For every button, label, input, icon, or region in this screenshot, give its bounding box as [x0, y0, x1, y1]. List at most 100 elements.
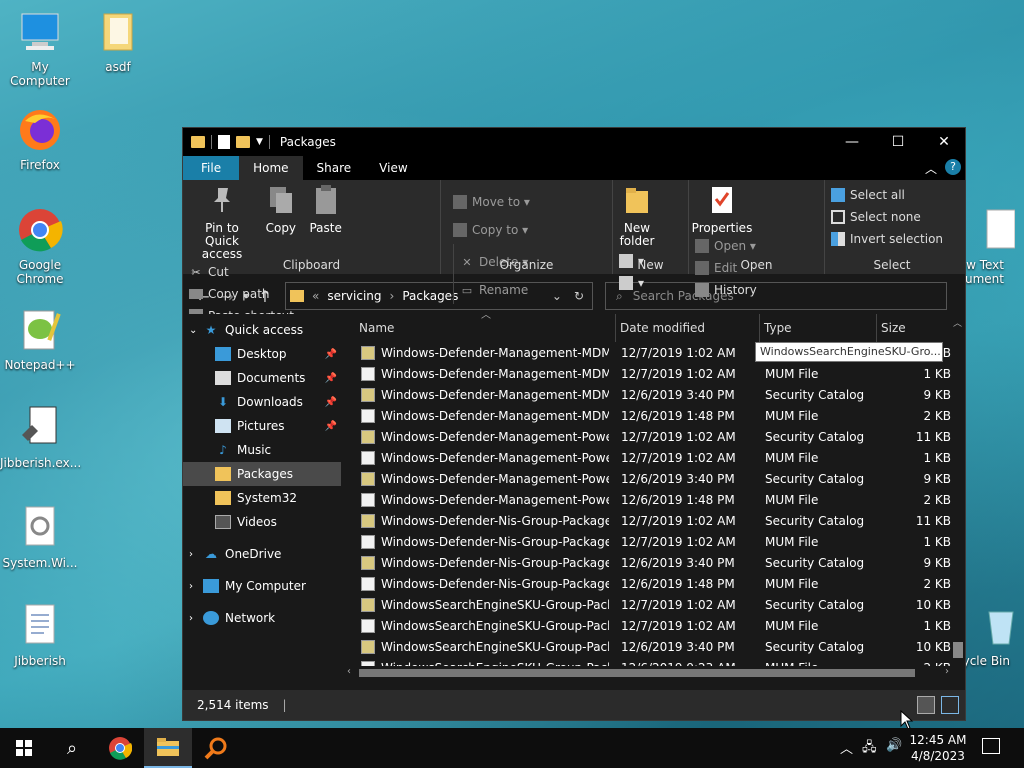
file-row[interactable]: Windows-Defender-Management-Power... 12/6…: [343, 489, 965, 510]
nav-item-documents[interactable]: Documents 📌: [183, 366, 341, 390]
desktop-icon-asdf[interactable]: asdf: [78, 8, 158, 74]
nav-item-desktop[interactable]: Desktop 📌: [183, 342, 341, 366]
file-row[interactable]: Windows-Defender-Nis-Group-Package... 12/…: [343, 531, 965, 552]
copy-path-button[interactable]: Copy path: [189, 283, 294, 305]
breadcrumb-packages[interactable]: Packages: [402, 289, 458, 303]
nav-item-packages[interactable]: Packages: [183, 462, 341, 486]
scroll-left-icon[interactable]: ‹: [347, 666, 351, 677]
file-row[interactable]: WindowsSearchEngineSKU-Group-Packa... 12/…: [343, 615, 965, 636]
chevron-right-icon[interactable]: ›: [189, 581, 203, 592]
select-all-button[interactable]: Select all: [831, 184, 953, 206]
title-bar[interactable]: ▼ Packages — ☐ ✕: [183, 128, 965, 156]
nav-item-downloads[interactable]: ⬇ Downloads 📌: [183, 390, 341, 414]
nav-item-videos[interactable]: Videos: [183, 510, 341, 534]
copy-to-button[interactable]: Copy to ▾: [453, 216, 535, 244]
chevron-down-icon[interactable]: ⌄: [552, 289, 562, 303]
properties-quick-icon[interactable]: [218, 135, 230, 149]
nav-item-system32[interactable]: System32: [183, 486, 341, 510]
organize-col-1: Move to ▾ Copy to ▾: [453, 184, 535, 244]
nav-network[interactable]: › Network: [183, 606, 341, 630]
taskbar-file-explorer[interactable]: [144, 728, 192, 768]
file-row[interactable]: WindowsSearchEngineSKU-Group-Packa... 12/…: [343, 594, 965, 615]
open-button[interactable]: Open ▾: [695, 235, 757, 257]
file-row[interactable]: Windows-Defender-Nis-Group-Package... 12/…: [343, 573, 965, 594]
help-icon[interactable]: ?: [945, 159, 961, 175]
file-row[interactable]: Windows-Defender-Nis-Group-Package... 12/…: [343, 552, 965, 573]
nav-my-computer[interactable]: › My Computer: [183, 574, 341, 598]
taskbar-search-app[interactable]: [192, 728, 240, 768]
desktop-icon-notepadpp[interactable]: Notepad++: [0, 306, 80, 372]
notifications-icon[interactable]: [982, 738, 1000, 754]
rename-button[interactable]: ▭ Rename: [460, 276, 528, 304]
copy-button[interactable]: Copy: [263, 184, 299, 235]
start-button[interactable]: [0, 728, 48, 768]
file-row[interactable]: Windows-Defender-Management-MDM... 12/6/2…: [343, 384, 965, 405]
column-header-date[interactable]: Date modified: [616, 314, 760, 342]
show-hidden-icons[interactable]: ︿: [840, 738, 853, 757]
move-to-button[interactable]: Move to ▾: [453, 188, 535, 216]
file-row[interactable]: Windows-Defender-Management-MDM... 12/6/2…: [343, 405, 965, 426]
scroll-up-icon[interactable]: ︿: [953, 316, 962, 329]
clock[interactable]: 12:45 AM 4/8/2023: [908, 732, 968, 764]
scroll-right-icon[interactable]: ›: [945, 666, 949, 677]
horizontal-scrollbar[interactable]: ‹ ›: [343, 666, 951, 680]
taskbar-chrome[interactable]: [96, 728, 144, 768]
paste-button[interactable]: Paste: [307, 184, 345, 235]
file-row[interactable]: Windows-Defender-Management-Power... 12/7…: [343, 426, 965, 447]
new-folder-button[interactable]: New folder: [619, 184, 655, 248]
file-row[interactable]: Windows-Defender-Management-Power... 12/6…: [343, 468, 965, 489]
file-row[interactable]: Windows-Defender-Nis-Group-Package... 12/…: [343, 510, 965, 531]
volume-icon[interactable]: 🔊: [886, 738, 902, 753]
new-folder-quick-icon[interactable]: [236, 136, 250, 148]
collapse-ribbon-icon[interactable]: ︿: [925, 160, 937, 177]
desktop-icon-jibberish[interactable]: Jibberish: [0, 602, 80, 668]
scrollbar-thumb[interactable]: [953, 642, 963, 658]
easy-access-button[interactable]: ▾: [619, 272, 644, 294]
nav-onedrive[interactable]: › ☁ OneDrive: [183, 542, 341, 566]
vertical-scrollbar[interactable]: ︿: [951, 314, 965, 668]
file-size: 10 KB: [915, 639, 951, 654]
tab-file[interactable]: File: [183, 156, 240, 180]
maximize-button[interactable]: ☐: [875, 128, 921, 156]
breadcrumb-overflow[interactable]: «: [312, 289, 319, 303]
chevron-right-icon[interactable]: ›: [189, 613, 203, 624]
refresh-icon[interactable]: ↻: [574, 289, 584, 303]
desktop-icon-chrome[interactable]: Google Chrome: [0, 206, 80, 286]
file-date: 12/6/2019 3:40 PM: [621, 639, 735, 654]
scrollbar-thumb[interactable]: [359, 669, 915, 677]
desktop-icon-jibberish-exe[interactable]: Jibberish.ex...: [0, 404, 81, 470]
desktop-icon-system-wi[interactable]: System.Wi...: [0, 504, 80, 570]
search-box[interactable]: ⌕ Search Packages: [605, 282, 947, 310]
large-icons-view-button[interactable]: [941, 696, 959, 714]
nav-item-music[interactable]: ♪ Music: [183, 438, 341, 462]
breadcrumb-servicing[interactable]: servicing: [327, 289, 381, 303]
file-row[interactable]: WindowsSearchEngineSKU-Group-Packa... 12/…: [343, 636, 965, 657]
properties-button[interactable]: Properties: [692, 184, 752, 235]
desktop-icon-my-computer[interactable]: My Computer: [0, 8, 80, 88]
details-view-button[interactable]: [917, 696, 935, 714]
tab-view[interactable]: View: [365, 156, 421, 180]
chevron-down-icon[interactable]: ▼: [256, 137, 263, 147]
file-row[interactable]: Windows-Defender-Management-Power... 12/7…: [343, 447, 965, 468]
nav-quick-access[interactable]: ⌄ ★ Quick access: [183, 318, 341, 342]
history-button[interactable]: History: [695, 279, 757, 301]
column-header-size[interactable]: Size: [877, 314, 953, 342]
tab-share[interactable]: Share: [303, 156, 366, 180]
invert-selection-button[interactable]: Invert selection: [831, 228, 953, 250]
chevron-right-icon[interactable]: ›: [189, 549, 203, 560]
network-icon[interactable]: 🖧: [862, 738, 877, 760]
file-row[interactable]: Windows-Defender-Management-MDM... 12/7/2…: [343, 363, 965, 384]
address-bar[interactable]: « servicing › Packages ⌄ ↻: [285, 282, 593, 310]
column-header-type[interactable]: Type: [760, 314, 877, 342]
search-button[interactable]: ⌕: [48, 728, 96, 768]
chevron-right-icon[interactable]: ›: [390, 289, 395, 303]
tab-home[interactable]: Home: [239, 156, 303, 180]
close-button[interactable]: ✕: [921, 128, 967, 156]
desktop-icon-firefox[interactable]: Firefox: [0, 106, 80, 172]
column-header-name[interactable]: Name: [355, 314, 616, 342]
nav-item-pictures[interactable]: Pictures 📌: [183, 414, 341, 438]
chevron-down-icon[interactable]: ⌄: [189, 325, 203, 336]
minimize-button[interactable]: —: [829, 128, 875, 156]
select-none-button[interactable]: Select none: [831, 206, 953, 228]
pin-quick-access-button[interactable]: Pin to Quick access: [189, 184, 255, 261]
